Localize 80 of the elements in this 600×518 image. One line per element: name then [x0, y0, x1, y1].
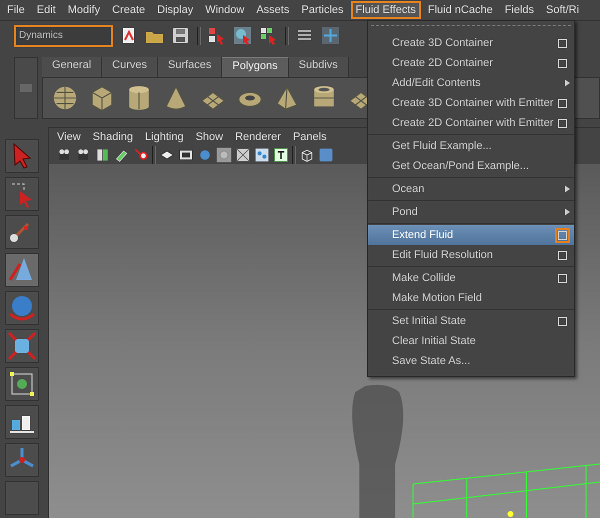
menu-item[interactable]: Edit: [32, 1, 61, 19]
menu-item[interactable]: Display: [152, 1, 198, 19]
menu-item-label: Pond: [392, 206, 419, 218]
menu-item-label: Make Collide: [392, 272, 457, 284]
menu-item[interactable]: Fields: [500, 1, 540, 19]
book-icon[interactable]: [95, 147, 111, 163]
panel-menu-item[interactable]: Lighting: [145, 131, 184, 143]
menu-item-label: Set Initial State: [392, 315, 467, 327]
menu-item[interactable]: Get Ocean/Pond Example...: [368, 156, 574, 176]
menu-item[interactable]: Save State As...: [368, 351, 574, 371]
menu-item[interactable]: File: [2, 1, 30, 19]
film-icon[interactable]: [178, 147, 194, 163]
brush-icon[interactable]: [5, 215, 39, 249]
menu-item[interactable]: Create: [107, 1, 150, 19]
menu-item-label: Extend Fluid: [392, 229, 454, 241]
menu-item-label: Create 3D Container: [392, 37, 494, 49]
submenu-arrow-icon: [565, 185, 570, 193]
mode-dropdown[interactable]: Dynamics: [14, 25, 113, 47]
shelf-tab[interactable]: Curves: [102, 57, 158, 77]
menu-item-label: Create 2D Container with Emitter: [392, 117, 554, 129]
menu-item[interactable]: Pond: [368, 202, 574, 222]
menu-item-label: Save State As...: [392, 355, 472, 367]
shelf-tab[interactable]: Surfaces: [158, 57, 222, 77]
menu-item[interactable]: Fluid nCache: [422, 1, 498, 19]
menu-item[interactable]: Assets: [251, 1, 294, 19]
menu-item-label: Get Fluid Example...: [392, 140, 493, 152]
dots-icon[interactable]: [254, 147, 270, 163]
menu-item[interactable]: Fluid Effects: [350, 1, 421, 19]
menu-item-label: Ocean: [392, 183, 426, 195]
shelf-tab[interactable]: Polygons: [222, 57, 289, 77]
sphere-icon[interactable]: [51, 84, 79, 112]
ring-icon[interactable]: [216, 147, 232, 163]
plus-icon[interactable]: [321, 26, 341, 46]
menu-item[interactable]: Edit Fluid Resolution: [368, 245, 574, 265]
menu-item[interactable]: Get Fluid Example...: [368, 136, 574, 156]
menu-item-label: Make Motion Field: [392, 292, 483, 304]
menu-item[interactable]: Make Motion Field: [368, 288, 574, 308]
menu-item[interactable]: Clear Initial State: [368, 331, 574, 351]
menu-item-label: Create 2D Container: [392, 57, 494, 69]
manipulator-icon[interactable]: [5, 367, 39, 401]
menu-item-label: Create 3D Container with Emitter: [392, 97, 554, 109]
menu-item[interactable]: Soft/Ri: [541, 1, 584, 19]
panel-menu-item[interactable]: Show: [196, 131, 224, 143]
menu-item-label: Add/Edit Contents: [392, 77, 482, 89]
arrow-cursor-icon[interactable]: [5, 139, 39, 173]
menu-item[interactable]: Create 3D Container: [368, 33, 574, 53]
shelf-tab[interactable]: Subdivs: [288, 57, 349, 77]
wire-cube-icon[interactable]: [299, 147, 315, 163]
render-blocks-icon[interactable]: [5, 405, 39, 439]
submenu-arrow-icon: [565, 208, 570, 216]
panel-menu-item[interactable]: Panels: [292, 131, 327, 143]
panel-menu-item[interactable]: Shading: [92, 131, 134, 143]
axes-icon[interactable]: [5, 443, 39, 477]
toolbar-separator: [285, 27, 289, 45]
menu-item[interactable]: Create 2D Container: [368, 53, 574, 73]
cursor-globe-icon[interactable]: [233, 26, 253, 46]
menu-item[interactable]: Modify: [62, 1, 106, 19]
menu-item[interactable]: Make Collide: [368, 268, 574, 288]
menu-item[interactable]: Create 2D Container with Emitter: [368, 113, 574, 133]
menu-item-label: Edit Fluid Resolution: [392, 249, 494, 261]
letter-t-icon[interactable]: [273, 147, 289, 163]
menu-item[interactable]: Particles: [296, 1, 349, 19]
crossed-box-icon[interactable]: [235, 147, 251, 163]
pivot-point: [508, 511, 514, 517]
menu-item[interactable]: Ocean: [368, 179, 574, 199]
scale-cube-icon[interactable]: [5, 329, 39, 363]
shelf-tab[interactable]: General: [42, 57, 102, 77]
panel-menu-item[interactable]: Renderer: [235, 131, 281, 143]
menu-item[interactable]: Extend Fluid: [368, 225, 574, 245]
menu-item-label: Get Ocean/Pond Example...: [392, 160, 530, 172]
option-box-icon[interactable]: [555, 228, 570, 242]
panel-menu-item[interactable]: View: [57, 131, 81, 143]
menu-item[interactable]: Set Initial State: [368, 311, 574, 331]
menu-item[interactable]: Add/Edit Contents: [368, 73, 574, 93]
menu-item[interactable]: Create 3D Container with Emitter: [368, 93, 574, 113]
toolbar-separator: [197, 27, 201, 45]
menu-item[interactable]: Window: [200, 1, 250, 19]
move-cone-icon[interactable]: [5, 253, 39, 287]
submenu-arrow-icon: [565, 79, 570, 87]
menu-item-label: Clear Initial State: [392, 335, 477, 347]
